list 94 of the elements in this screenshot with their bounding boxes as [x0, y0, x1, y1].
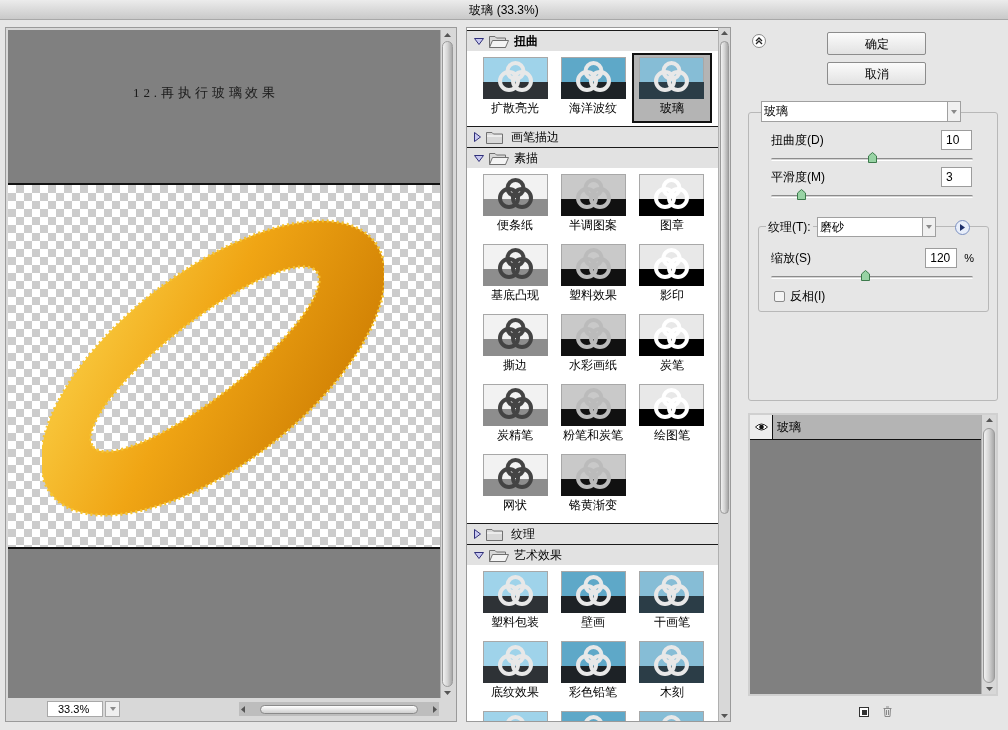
filter-select[interactable]: 玻璃	[761, 101, 961, 122]
thumbnail-image	[482, 384, 548, 426]
thumbnail-image	[560, 244, 626, 286]
thumbnail-image	[482, 314, 548, 356]
window-title: 玻璃 (33.3%)	[469, 2, 539, 17]
effect-layer-name: 玻璃	[777, 420, 801, 434]
category-header[interactable]: 艺术效果	[467, 544, 718, 565]
scrollbar-thumb[interactable]	[983, 428, 995, 683]
vertical-scrollbar[interactable]	[981, 415, 996, 694]
scroll-left-arrow-icon[interactable]	[241, 705, 245, 713]
slider-label: 平滑度(M)	[771, 170, 825, 184]
scroll-right-arrow-icon[interactable]	[433, 705, 437, 713]
number-field[interactable]: 120	[925, 247, 958, 268]
visibility-toggle[interactable]	[750, 415, 773, 439]
play-triangle-icon	[959, 223, 965, 231]
effect-layer-row[interactable]: 玻璃	[750, 415, 981, 440]
disclosure-triangle-icon[interactable]	[474, 551, 484, 559]
disclosure-triangle-icon[interactable]	[474, 154, 484, 162]
zoom-field[interactable]: 33.3%	[47, 701, 103, 718]
slider-thumb[interactable]	[867, 152, 877, 163]
thumbnail-image	[639, 641, 705, 683]
scroll-down-arrow-icon[interactable]	[985, 687, 993, 691]
dialog-button[interactable]: 确定	[827, 32, 926, 55]
unit-label: %	[964, 250, 974, 265]
scroll-up-arrow-icon[interactable]	[444, 33, 452, 37]
zoom-dropdown-button[interactable]	[105, 701, 120, 718]
new-layer-icon[interactable]	[858, 706, 869, 717]
slider[interactable]	[771, 189, 973, 200]
thumbnail-image	[482, 174, 548, 216]
scroll-up-arrow-icon[interactable]	[985, 418, 993, 422]
dialog-button[interactable]: 取消	[827, 62, 926, 85]
thumbnail-image	[560, 454, 626, 496]
scrollbar-thumb[interactable]	[720, 41, 729, 514]
folder-icon	[486, 527, 506, 541]
thumbnail-image	[482, 244, 548, 286]
scrollbar-thumb[interactable]	[260, 704, 418, 714]
thumbnail-image	[560, 641, 626, 683]
dropdown-arrow-icon	[109, 707, 116, 712]
select-arrow-button[interactable]	[947, 102, 960, 121]
dropdown-arrow-icon	[951, 109, 957, 114]
select-arrow-button[interactable]	[921, 218, 935, 236]
thumbnail-image	[482, 57, 548, 99]
slider-thumb[interactable]	[796, 189, 806, 200]
thumbnail-image	[560, 384, 626, 426]
texture-select[interactable]: 磨砂	[816, 217, 936, 237]
category-header[interactable]: 纹理	[467, 523, 718, 544]
collapse-button[interactable]	[752, 34, 766, 48]
folder-icon	[489, 34, 509, 48]
thumbnail-image	[639, 571, 705, 613]
vertical-scrollbar[interactable]	[440, 30, 454, 699]
thumbnail-image	[560, 174, 626, 216]
category-header[interactable]: 扭曲	[467, 30, 718, 51]
checkbox[interactable]	[774, 290, 785, 302]
category-header[interactable]: 画笔描边	[467, 126, 718, 147]
thumbnail-image	[482, 571, 548, 613]
preview-caption: 12.再执行玻璃效果	[133, 85, 280, 100]
texture-label: 纹理(T):	[766, 220, 813, 234]
scrollbar-thumb[interactable]	[442, 41, 453, 688]
disclosure-triangle-icon[interactable]	[474, 37, 484, 45]
slider-label: 缩放(S)	[771, 250, 811, 265]
number-field[interactable]: 10	[941, 130, 972, 150]
slider-label: 扭曲度(D)	[771, 133, 824, 147]
thumbnail-image	[639, 174, 705, 216]
texture-menu-button[interactable]	[954, 219, 970, 235]
slider-thumb[interactable]	[861, 270, 871, 281]
thumbnail-image	[482, 641, 548, 683]
filter-item[interactable]: 玻璃	[631, 53, 712, 123]
slider[interactable]	[771, 152, 973, 163]
thumbnail-image	[560, 314, 626, 356]
trash-icon[interactable]	[882, 706, 892, 717]
scroll-up-arrow-icon[interactable]	[721, 31, 728, 35]
vertical-scrollbar[interactable]	[718, 28, 730, 721]
thumbnail-image	[560, 57, 626, 99]
folder-icon	[489, 151, 509, 165]
slider[interactable]	[771, 270, 973, 281]
thumbnail-image	[639, 384, 705, 426]
checkbox-label: 反相(I)	[790, 289, 826, 303]
disclosure-triangle-icon[interactable]	[474, 529, 481, 539]
dropdown-arrow-icon	[925, 225, 932, 229]
thumbnail-image	[639, 244, 705, 286]
folder-icon	[489, 548, 509, 562]
eye-icon	[754, 423, 768, 431]
scroll-down-arrow-icon[interactable]	[444, 691, 452, 696]
number-field[interactable]: 3	[941, 167, 972, 187]
category-header[interactable]: 素描	[467, 147, 718, 168]
double-chevron-up-icon	[755, 37, 763, 45]
thumbnail-image	[560, 571, 626, 613]
thumbnail-image	[639, 314, 705, 356]
horizontal-scrollbar[interactable]	[239, 702, 439, 717]
scroll-down-arrow-icon[interactable]	[721, 714, 728, 718]
thumbnail-image	[639, 57, 705, 99]
thumbnail-image	[482, 454, 548, 496]
folder-icon	[486, 130, 506, 144]
disclosure-triangle-icon[interactable]	[474, 132, 481, 142]
